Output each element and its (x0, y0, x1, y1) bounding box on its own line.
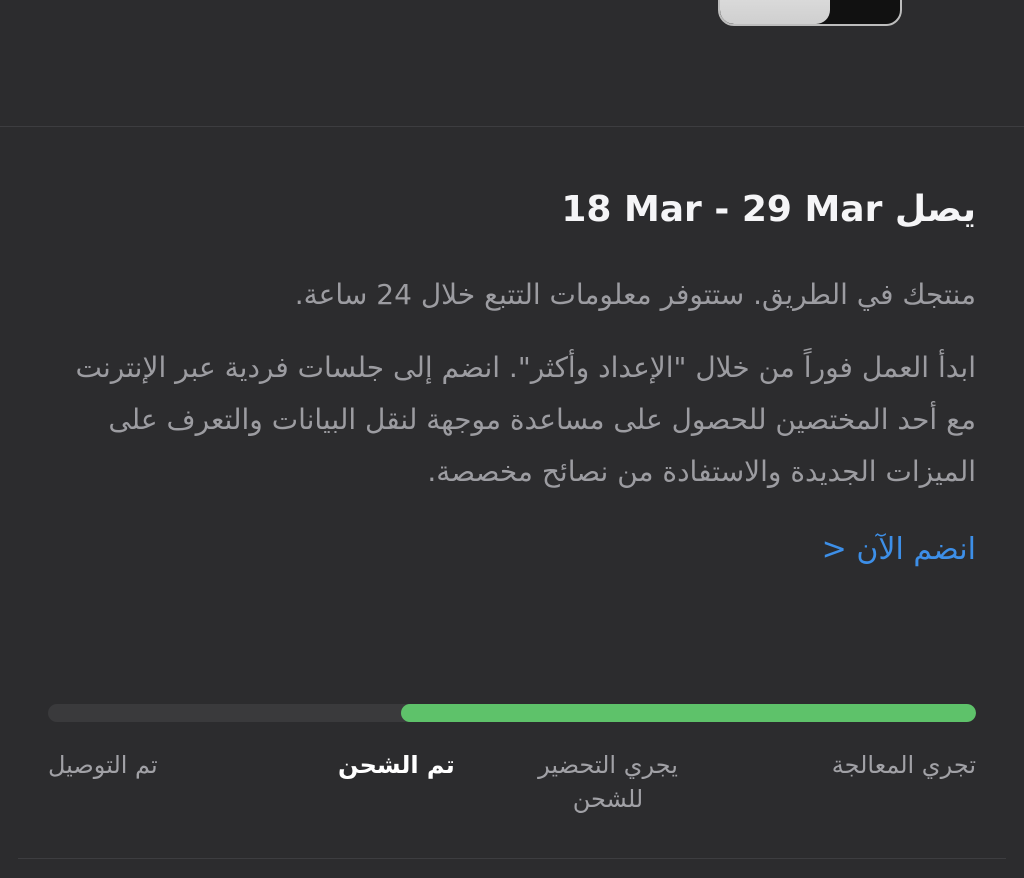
step-processing: تجري المعالجة (831, 751, 976, 779)
product-image (718, 0, 902, 26)
delivery-estimate: يصل 18 Mar - 29 Mar (46, 182, 976, 238)
join-now-link[interactable]: انضم الآن < (822, 532, 976, 567)
step-shipped: تم الشحن (338, 751, 455, 779)
delivery-prefix: يصل (894, 189, 976, 230)
section-divider (0, 126, 1024, 127)
shipment-progress-bar (48, 704, 976, 722)
step-preparing-to-ship: يجري التحضير للشحن (538, 751, 678, 813)
step-delivered: تم التوصيل (48, 751, 158, 779)
product-case-shape (720, 0, 830, 24)
shipment-progress-fill (400, 704, 976, 722)
delivery-dates: 18 Mar - 29 Mar (561, 189, 883, 230)
setup-promo-message: ابدأ العمل فوراً من خلال "الإعداد وأكثر"… (75, 351, 977, 488)
shipping-status-message: منتجك في الطريق. ستتوفر معلومات التتبع خ… (294, 278, 976, 311)
progress-steps: تجري المعالجة يجري التحضير للشحن تم الشح… (48, 748, 976, 818)
shipment-details: يصل 18 Mar - 29 Mar منتجك في الطريق. ستت… (46, 182, 977, 567)
order-status-screen: يصل 18 Mar - 29 Mar منتجك في الطريق. ستت… (0, 0, 1024, 878)
section-divider-bottom (18, 858, 1006, 859)
